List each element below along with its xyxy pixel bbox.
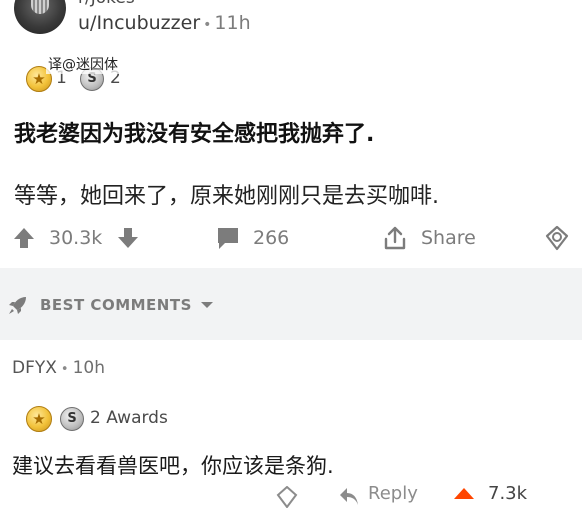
comment-action-bar: Reply 7.3k bbox=[0, 483, 582, 508]
comment-sort-dropdown[interactable]: BEST COMMENTS bbox=[6, 283, 214, 327]
rocket-icon bbox=[9, 297, 26, 314]
subreddit-avatar-icon[interactable] bbox=[14, 0, 66, 34]
share-button[interactable]: Share bbox=[382, 218, 476, 258]
comment-time: 10h bbox=[72, 358, 105, 378]
comment-icon bbox=[218, 228, 238, 249]
post-author[interactable]: u/Incubuzzer bbox=[78, 12, 200, 34]
comment-meta: DFYX • 10h bbox=[12, 358, 105, 378]
post-action-bar: 30.3k 266 Share bbox=[0, 218, 582, 258]
comment-score: 7.3k bbox=[488, 483, 528, 504]
silver-award-icon bbox=[60, 407, 84, 431]
subreddit-name[interactable]: r/Jokes bbox=[78, 0, 135, 8]
chevron-down-icon bbox=[200, 302, 213, 308]
byline-separator: • bbox=[203, 17, 212, 33]
comment-text: 建议去看看兽医吧，你应该是条狗. bbox=[12, 454, 334, 478]
downvote-icon bbox=[118, 228, 138, 248]
comment-upvote-button[interactable]: 7.3k bbox=[452, 483, 528, 508]
comment-count: 266 bbox=[253, 227, 290, 249]
give-award-button[interactable] bbox=[544, 218, 570, 258]
comment-author[interactable]: DFYX bbox=[12, 358, 57, 378]
award-icon bbox=[276, 486, 298, 508]
comment-award-button[interactable] bbox=[276, 486, 298, 508]
share-icon bbox=[384, 226, 406, 250]
reply-label: Reply bbox=[368, 483, 418, 504]
post-byline: u/Incubuzzer • 11h bbox=[78, 12, 251, 34]
post-score: 30.3k bbox=[49, 227, 103, 249]
sort-label: BEST COMMENTS bbox=[40, 296, 192, 314]
comment-awards-label: 2 Awards bbox=[90, 408, 168, 428]
watermark-label: 译@迷因体 bbox=[46, 54, 120, 74]
comment-awards[interactable]: 2 Awards bbox=[26, 404, 286, 434]
post-time: 11h bbox=[214, 12, 251, 34]
post-title[interactable]: 我老婆因为我没有安全感把我抛弃了. bbox=[14, 116, 374, 148]
comments-button[interactable]: 266 bbox=[215, 218, 289, 258]
upvote-button[interactable] bbox=[12, 218, 36, 258]
upvote-icon bbox=[14, 228, 34, 248]
reply-icon bbox=[340, 488, 358, 505]
award-icon bbox=[545, 225, 569, 251]
gold-award-icon bbox=[26, 406, 52, 432]
post-body: 等等，她回来了，原来她刚刚只是去买咖啡. bbox=[14, 184, 439, 209]
post-header: r/Jokes u/Incubuzzer•11h bbox=[0, 0, 582, 48]
comment-separator: • bbox=[60, 362, 69, 377]
comment-reply-button[interactable]: Reply bbox=[338, 483, 418, 508]
downvote-button[interactable] bbox=[116, 218, 140, 258]
upvote-icon bbox=[454, 488, 474, 499]
share-label: Share bbox=[421, 227, 476, 249]
